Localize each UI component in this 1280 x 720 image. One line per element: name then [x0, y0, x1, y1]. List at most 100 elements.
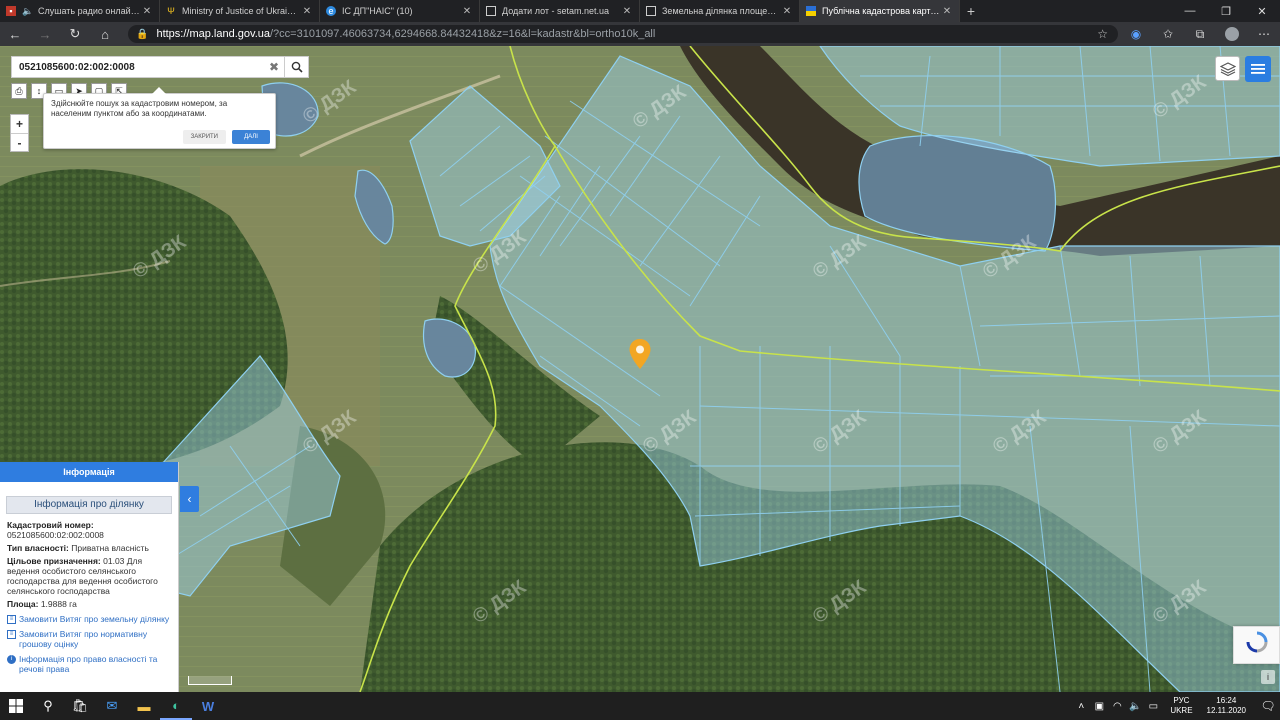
layers-icon [1219, 61, 1236, 76]
edge-icon: e [326, 6, 336, 16]
purpose-row: Цільове призначення: 01.03 Для ведення о… [7, 556, 171, 596]
forward-icon[interactable]: → [30, 22, 60, 46]
zoom-control: + - [10, 114, 29, 152]
layers-button[interactable] [1215, 56, 1240, 81]
clock-date: 12.11.2020 [1206, 706, 1246, 715]
extension-icon[interactable]: ◉ [1120, 27, 1152, 41]
word-icon[interactable]: W [192, 692, 224, 720]
clear-icon[interactable]: ✖ [264, 60, 284, 74]
chevron-up-icon[interactable]: ˄ [1074, 701, 1088, 712]
edge-browser-icon[interactable]: ◐ [160, 692, 192, 720]
close-icon[interactable]: ✕ [141, 6, 153, 17]
network-icon[interactable]: ▣ [1092, 701, 1106, 712]
tab-setam[interactable]: Додати лот - setam.net.ua ✕ [480, 0, 640, 22]
close-window-icon[interactable]: ✕ [1244, 0, 1280, 22]
zoom-in-button[interactable]: + [11, 115, 28, 133]
print-icon[interactable]: ⎙ [11, 83, 27, 99]
minimize-icon[interactable]: — [1172, 0, 1208, 22]
search-input[interactable] [12, 57, 264, 77]
collections-icon[interactable]: ⧉ [1184, 27, 1216, 42]
menu-button[interactable] [1245, 56, 1271, 82]
purpose-label: Цільове призначення: [7, 556, 101, 566]
lock-icon[interactable]: 🔒 [136, 29, 148, 40]
tab-nais[interactable]: e ІС ДП"НАІС" (10) ✕ [320, 0, 480, 22]
window-controls: — ❐ ✕ [1172, 0, 1280, 22]
clock-time: 16:24 [1216, 696, 1237, 705]
system-tray: ˄ ▣ ◠ 🔈 ▭ РУС UKRE 16:24 12.11.2020 🗨 [1072, 692, 1280, 720]
volume-icon[interactable]: 🔈 [1128, 701, 1142, 712]
store-icon[interactable]: 🛍 [64, 692, 96, 720]
map-info-icon[interactable]: i [1261, 670, 1275, 684]
tab-title: ІС ДП"НАІС" (10) [342, 6, 413, 16]
ownership-rights-link[interactable]: i Інформація про право власності та речо… [7, 654, 171, 674]
tooltip-text: Здійснюйте пошук за кадастровим номером,… [51, 99, 228, 118]
info-panel: Інформація Інформація про ділянку Кадаст… [0, 462, 179, 692]
address-bar[interactable]: 🔒 https://map.land.gov.ua/?cc=3101097.46… [128, 25, 1118, 43]
restore-icon[interactable]: ❐ [1208, 0, 1244, 22]
close-icon[interactable]: ✕ [461, 6, 473, 17]
info-panel-header: Інформація [0, 462, 178, 482]
scale-bar [188, 676, 232, 685]
cadastral-number-label: Кадастровий номер: [7, 520, 94, 530]
star-icon[interactable]: ☆ [1097, 27, 1108, 41]
avatar[interactable] [1225, 27, 1239, 41]
tooltip-buttons: ЗАКРИТИ ДАЛІ [182, 130, 270, 144]
tab-title: Ministry of Justice of Ukraine :: R [182, 6, 301, 16]
tab-title: Слушать радио онлайн. Ра [38, 6, 141, 16]
new-tab-button[interactable]: + [960, 0, 982, 22]
wifi-icon[interactable]: ◠ [1110, 701, 1124, 712]
collapse-panel-button[interactable]: ‹ [180, 486, 199, 512]
close-icon[interactable]: ✕ [781, 6, 793, 17]
ukraine-flag-icon [806, 6, 816, 16]
close-icon[interactable]: ✕ [941, 6, 953, 17]
tooltip-close-button[interactable]: ЗАКРИТИ [182, 130, 226, 144]
document-icon [646, 6, 656, 16]
tab-radio[interactable]: ▪ 🔈 Слушать радио онлайн. Ра ✕ [0, 0, 160, 22]
tab-title: Додати лот - setam.net.ua [502, 6, 610, 16]
tab-land-plot[interactable]: Земельна ділянка площею 0,08 ✕ [640, 0, 800, 22]
search-hint-tooltip: Здійснюйте пошук за кадастровим номером,… [43, 87, 276, 149]
parcel-info-tab[interactable]: Інформація про ділянку [6, 496, 172, 514]
recaptcha-badge[interactable] [1233, 626, 1280, 664]
cadastral-search: ✖ [11, 56, 309, 78]
url-host: https://map.land.gov.ua [156, 28, 270, 40]
search-button[interactable] [284, 56, 308, 78]
search-icon[interactable]: ⚲ [32, 692, 64, 720]
back-icon[interactable]: ← [0, 22, 30, 46]
order-extract-link[interactable]: ≡ Замовити Витяг про земельну ділянку [7, 614, 171, 624]
language-bottom: UKRE [1170, 706, 1193, 715]
tab-cadastral-map[interactable]: Публічна кадастрова карта Укр ✕ [800, 0, 960, 22]
parcel-details: Кадастровий номер: 0521085600:02:002:000… [0, 520, 178, 674]
document-icon: ≡ [7, 615, 16, 624]
reload-icon[interactable]: ↻ [60, 22, 90, 46]
clock[interactable]: 16:24 12.11.2020 [1207, 696, 1246, 716]
tab-ministry-justice[interactable]: Ψ Ministry of Justice of Ukraine :: R ✕ [160, 0, 320, 22]
tooltip-next-button[interactable]: ДАЛІ [232, 130, 270, 144]
folder-icon[interactable]: ▬ [128, 692, 160, 720]
favorites-icon[interactable]: ✩ [1152, 27, 1184, 41]
browser-tab-bar: ▪ 🔈 Слушать радио онлайн. Ра ✕ Ψ Ministr… [0, 0, 1280, 22]
more-icon[interactable]: ⋯ [1248, 27, 1280, 41]
cadastral-map[interactable]: © ДЗК © ДЗК © ДЗК © ДЗК © ДЗК © ДЗК © ДЗ… [0, 46, 1280, 692]
speaker-icon[interactable]: 🔈 [22, 6, 33, 16]
battery-icon[interactable]: ▭ [1146, 701, 1160, 712]
zoom-out-button[interactable]: - [11, 133, 28, 151]
notifications-icon[interactable]: 🗨 [1256, 699, 1280, 713]
location-pin-icon[interactable] [628, 338, 652, 375]
home-icon[interactable]: ⌂ [90, 22, 120, 46]
hamburger-icon [1251, 64, 1265, 74]
mail-icon[interactable]: ✉ [96, 692, 128, 720]
toolbar-extensions: ◉ ✩ ⧉ ⋯ [1120, 22, 1280, 46]
order-valuation-link[interactable]: ≡ Замовити Витяг про нормативну грошову … [7, 629, 171, 649]
document-icon [486, 6, 496, 16]
area-row: Площа: 1.9888 га [7, 599, 171, 609]
screen: ▪ 🔈 Слушать радио онлайн. Ра ✕ Ψ Ministr… [0, 0, 1280, 720]
tab-title: Публічна кадастрова карта Укр [822, 6, 941, 16]
area-value: 1.9888 га [40, 599, 77, 609]
windows-start-icon[interactable] [0, 692, 32, 720]
cadastral-number-row: Кадастровий номер: 0521085600:02:002:000… [7, 520, 171, 540]
recaptcha-icon [1246, 631, 1268, 653]
language-indicator[interactable]: РУС UKRE [1170, 696, 1192, 716]
close-icon[interactable]: ✕ [621, 6, 633, 17]
close-icon[interactable]: ✕ [301, 6, 313, 17]
